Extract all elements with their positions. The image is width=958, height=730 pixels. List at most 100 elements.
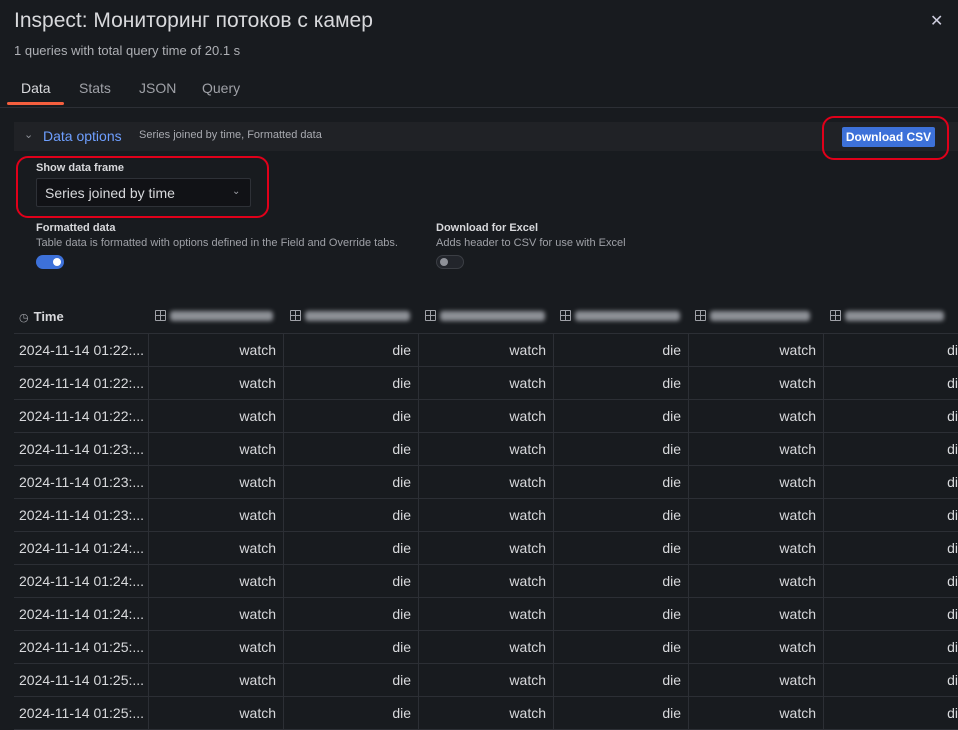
value-cell: die bbox=[283, 532, 418, 564]
value-cell: di bbox=[823, 631, 958, 663]
value-cell: watch bbox=[418, 367, 553, 399]
table-row: 2024-11-14 01:24:... watch die watch die watc… bbox=[14, 598, 958, 631]
value-cell: die bbox=[283, 367, 418, 399]
data-options-toggle[interactable]: Data options bbox=[43, 128, 122, 144]
value-cell: watch bbox=[148, 631, 283, 663]
value-cell: die bbox=[283, 565, 418, 597]
value-cell: watch bbox=[418, 664, 553, 696]
value-cell: watch bbox=[418, 400, 553, 432]
value-cell: di bbox=[823, 499, 958, 531]
value-cell: watch bbox=[418, 466, 553, 498]
value-cell: watch bbox=[148, 532, 283, 564]
value-cell: watch bbox=[418, 334, 553, 366]
table-row: 2024-11-14 01:24:... watch die watch die watc… bbox=[14, 532, 958, 565]
table-row: 2024-11-14 01:25:... watch die watch die watc… bbox=[14, 664, 958, 697]
table-header: ◷ Time bbox=[14, 300, 958, 334]
time-cell: 2024-11-14 01:23:... bbox=[19, 474, 145, 490]
redacted-column-name bbox=[710, 311, 810, 321]
value-cell: die bbox=[553, 664, 688, 696]
value-cell: di bbox=[823, 466, 958, 498]
value-cell: die bbox=[553, 565, 688, 597]
download-excel-description: Adds header to CSV for use with Excel bbox=[436, 237, 626, 249]
time-cell: 2024-11-14 01:25:... bbox=[19, 705, 145, 721]
value-cell: die bbox=[553, 532, 688, 564]
field-type-icon bbox=[290, 310, 301, 321]
value-cell: watch bbox=[148, 433, 283, 465]
value-cell: di bbox=[823, 598, 958, 630]
tab-data[interactable]: Data bbox=[21, 80, 51, 96]
table-row: 2024-11-14 01:22:... watch die watch die watc… bbox=[14, 367, 958, 400]
value-cell: watch bbox=[148, 565, 283, 597]
time-cell: 2024-11-14 01:22:... bbox=[19, 408, 145, 424]
value-cell: watch bbox=[418, 565, 553, 597]
field-type-icon bbox=[695, 310, 706, 321]
value-cell: watch bbox=[688, 565, 823, 597]
value-cell: watch bbox=[148, 466, 283, 498]
value-cell: watch bbox=[688, 466, 823, 498]
data-options-header[interactable]: ⌄ Data options Series joined by time, Fo… bbox=[14, 122, 958, 151]
table-row: 2024-11-14 01:24:... watch die watch die watc… bbox=[14, 565, 958, 598]
value-cell: watch bbox=[148, 334, 283, 366]
value-cell: watch bbox=[688, 367, 823, 399]
download-excel-toggle[interactable] bbox=[436, 255, 464, 269]
value-cell: di bbox=[823, 367, 958, 399]
time-cell: 2024-11-14 01:24:... bbox=[19, 540, 145, 556]
redacted-column-name bbox=[575, 311, 680, 321]
value-cell: die bbox=[553, 466, 688, 498]
formatted-data-description: Table data is formatted with options def… bbox=[36, 237, 398, 249]
redacted-column-name bbox=[305, 311, 410, 321]
time-cell: 2024-11-14 01:25:... bbox=[19, 672, 145, 688]
value-cell: di bbox=[823, 697, 958, 729]
value-cell: watch bbox=[688, 631, 823, 663]
drawer-subtitle: 1 queries with total query time of 20.1 … bbox=[14, 43, 241, 58]
value-cell: watch bbox=[688, 433, 823, 465]
value-cell: di bbox=[823, 334, 958, 366]
redacted-column-name bbox=[845, 311, 944, 321]
close-icon[interactable]: ✕ bbox=[930, 11, 943, 31]
value-cell: die bbox=[553, 631, 688, 663]
value-cell: die bbox=[553, 433, 688, 465]
table-row: 2024-11-14 01:23:... watch die watch die watc… bbox=[14, 499, 958, 532]
table-row: 2024-11-14 01:22:... watch die watch die watc… bbox=[14, 400, 958, 433]
value-cell: die bbox=[553, 367, 688, 399]
time-cell: 2024-11-14 01:24:... bbox=[19, 573, 145, 589]
value-cell: die bbox=[283, 697, 418, 729]
value-cell: watch bbox=[418, 532, 553, 564]
tab-stats[interactable]: Stats bbox=[79, 80, 111, 96]
tab-json[interactable]: JSON bbox=[139, 80, 176, 96]
formatted-data-toggle[interactable] bbox=[36, 255, 64, 269]
value-cell: die bbox=[283, 334, 418, 366]
highlight-annotation bbox=[16, 156, 269, 218]
value-cell: watch bbox=[418, 631, 553, 663]
time-cell: 2024-11-14 01:22:... bbox=[19, 375, 145, 391]
table-body: 2024-11-14 01:22:... watch die watch die watc… bbox=[14, 334, 958, 730]
field-type-icon bbox=[560, 310, 571, 321]
value-cell: die bbox=[283, 499, 418, 531]
value-cell: watch bbox=[688, 697, 823, 729]
data-table: ◷ Time 2024-11-14 01:22:... watch die watch d… bbox=[14, 300, 958, 730]
field-type-icon bbox=[155, 310, 166, 321]
highlight-annotation bbox=[822, 116, 949, 160]
value-cell: watch bbox=[688, 532, 823, 564]
column-header-time[interactable]: ◷ Time bbox=[19, 309, 64, 324]
time-cell: 2024-11-14 01:24:... bbox=[19, 606, 145, 622]
value-cell: die bbox=[283, 400, 418, 432]
value-cell: watch bbox=[148, 499, 283, 531]
field-type-icon bbox=[830, 310, 841, 321]
time-cell: 2024-11-14 01:25:... bbox=[19, 639, 145, 655]
redacted-column-name bbox=[440, 311, 545, 321]
value-cell: di bbox=[823, 400, 958, 432]
time-header-label: Time bbox=[33, 309, 64, 324]
value-cell: watch bbox=[688, 334, 823, 366]
tab-query[interactable]: Query bbox=[202, 80, 240, 96]
toggle-knob bbox=[53, 258, 61, 266]
chevron-down-icon[interactable]: ⌄ bbox=[24, 128, 33, 141]
value-cell: watch bbox=[148, 598, 283, 630]
value-cell: watch bbox=[688, 598, 823, 630]
value-cell: di bbox=[823, 532, 958, 564]
value-cell: die bbox=[283, 598, 418, 630]
redacted-column-name bbox=[170, 311, 273, 321]
table-row: 2024-11-14 01:25:... watch die watch die watc… bbox=[14, 697, 958, 730]
value-cell: di bbox=[823, 565, 958, 597]
table-row: 2024-11-14 01:23:... watch die watch die watc… bbox=[14, 466, 958, 499]
